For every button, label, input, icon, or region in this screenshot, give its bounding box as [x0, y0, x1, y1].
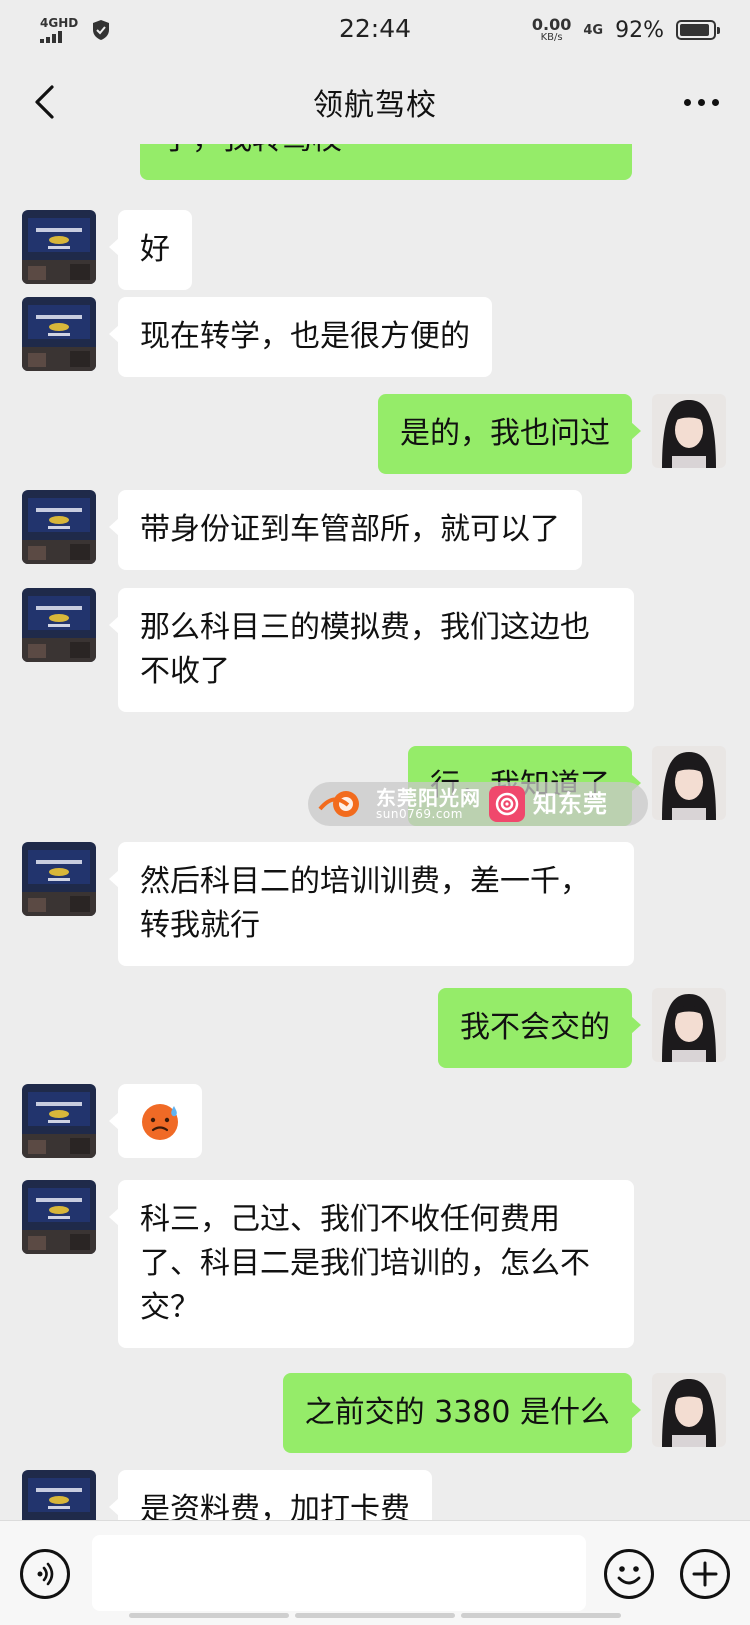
received-bubble[interactable]: 那么科目三的模拟费，我们这边也不收了 — [109, 588, 634, 712]
more-dot-icon — [683, 98, 691, 106]
sent-bubble[interactable]: 是的，我也问过 — [378, 394, 641, 474]
message-text: 是资料费，加打卡费 — [140, 1492, 410, 1520]
driving-school-avatar[interactable] — [22, 1470, 96, 1520]
driving-school-avatar[interactable] — [22, 1180, 96, 1254]
driving-school-avatar[interactable] — [22, 297, 96, 371]
more-functions-button[interactable] — [680, 1549, 730, 1599]
watermark-app-name: 知东莞 — [533, 790, 608, 818]
sent-bubble[interactable]: 我不会交的 — [438, 988, 641, 1068]
message-text: 然后科目二的培训训费，差一千，转我就行 — [140, 864, 590, 943]
received-bubble[interactable] — [109, 1084, 202, 1158]
received-bubble[interactable]: 现在转学，也是很方便的 — [109, 297, 492, 377]
voice-input-button[interactable] — [20, 1549, 70, 1599]
sent-bubble[interactable]: 了，我转驾校 — [140, 144, 632, 180]
emoji-button[interactable] — [604, 1549, 654, 1599]
input-bar — [0, 1520, 750, 1625]
battery-icon — [676, 20, 720, 40]
watermark-app: 知东莞 — [533, 792, 608, 816]
driving-school-avatar[interactable] — [22, 842, 96, 916]
user-avatar[interactable] — [652, 394, 726, 468]
driving-school-avatar[interactable] — [22, 490, 96, 564]
battery-fill — [680, 24, 710, 36]
chevron-left-icon — [35, 85, 54, 119]
back-button[interactable] — [22, 78, 66, 126]
user-avatar[interactable] — [652, 1373, 726, 1447]
smiley-icon — [617, 1566, 641, 1585]
message-text: 科三，己过、我们不收任何费用了、科目二是我们培训的，怎么不交？ — [140, 1202, 590, 1325]
chat-header: 领航驾校 — [0, 60, 750, 144]
message-text: 那么科目三的模拟费，我们这边也不收了 — [140, 610, 590, 689]
message-input[interactable] — [92, 1535, 586, 1611]
message-text: 现在转学，也是很方便的 — [140, 319, 470, 354]
message-text: 我不会交的 — [460, 1010, 610, 1045]
plus-icon — [692, 1561, 718, 1587]
received-bubble[interactable]: 好 — [109, 210, 192, 290]
watermark-site: 东莞阳光网 sun0769.com — [376, 788, 481, 820]
message-text: 带身份证到车管部所，就可以了 — [140, 512, 560, 547]
home-indicator — [0, 1613, 750, 1619]
received-bubble[interactable]: 然后科目二的培训训费，差一千，转我就行 — [109, 842, 634, 966]
message-text: 之前交的 3380 是什么 — [304, 1395, 610, 1430]
clock: 22:44 — [338, 14, 412, 43]
received-bubble[interactable]: 带身份证到车管部所，就可以了 — [109, 490, 582, 570]
status-bar: 4GHD 22:44 0.00 KB/s 4G 92% — [0, 0, 750, 60]
message-list[interactable]: 了，我转驾校 好 现在转学，也是很方便的 是的，我也问过 — [0, 144, 750, 1520]
user-avatar[interactable] — [652, 988, 726, 1062]
sweat-face-emoji-icon — [142, 1104, 178, 1140]
watermark-site-url: sun0769.com — [376, 807, 463, 821]
watermark-banner: 东莞阳光网 sun0769.com 知东莞 — [308, 782, 648, 826]
sent-bubble[interactable]: 之前交的 3380 是什么 — [282, 1373, 642, 1453]
more-options-button[interactable] — [676, 82, 726, 122]
message-text: 是的，我也问过 — [400, 416, 610, 451]
received-bubble[interactable]: 是资料费，加打卡费 — [109, 1470, 432, 1520]
sunshine-logo-icon — [318, 791, 359, 817]
app-logo-icon — [489, 786, 525, 822]
message-text: 好 — [140, 232, 170, 267]
chat-title: 领航驾校 — [313, 88, 437, 123]
received-bubble[interactable]: 科三，己过、我们不收任何费用了、科目二是我们培训的，怎么不交？ — [109, 1180, 634, 1348]
user-avatar[interactable] — [652, 746, 726, 820]
driving-school-avatar[interactable] — [22, 1084, 96, 1158]
more-dot-icon — [697, 98, 705, 106]
driving-school-avatar[interactable] — [22, 210, 96, 284]
driving-school-avatar[interactable] — [22, 588, 96, 662]
more-dot-icon — [711, 98, 719, 106]
message-text: 了，我转驾校 — [162, 144, 610, 155]
watermark-site-name: 东莞阳光网 — [376, 786, 481, 810]
voice-icon — [37, 1562, 54, 1586]
